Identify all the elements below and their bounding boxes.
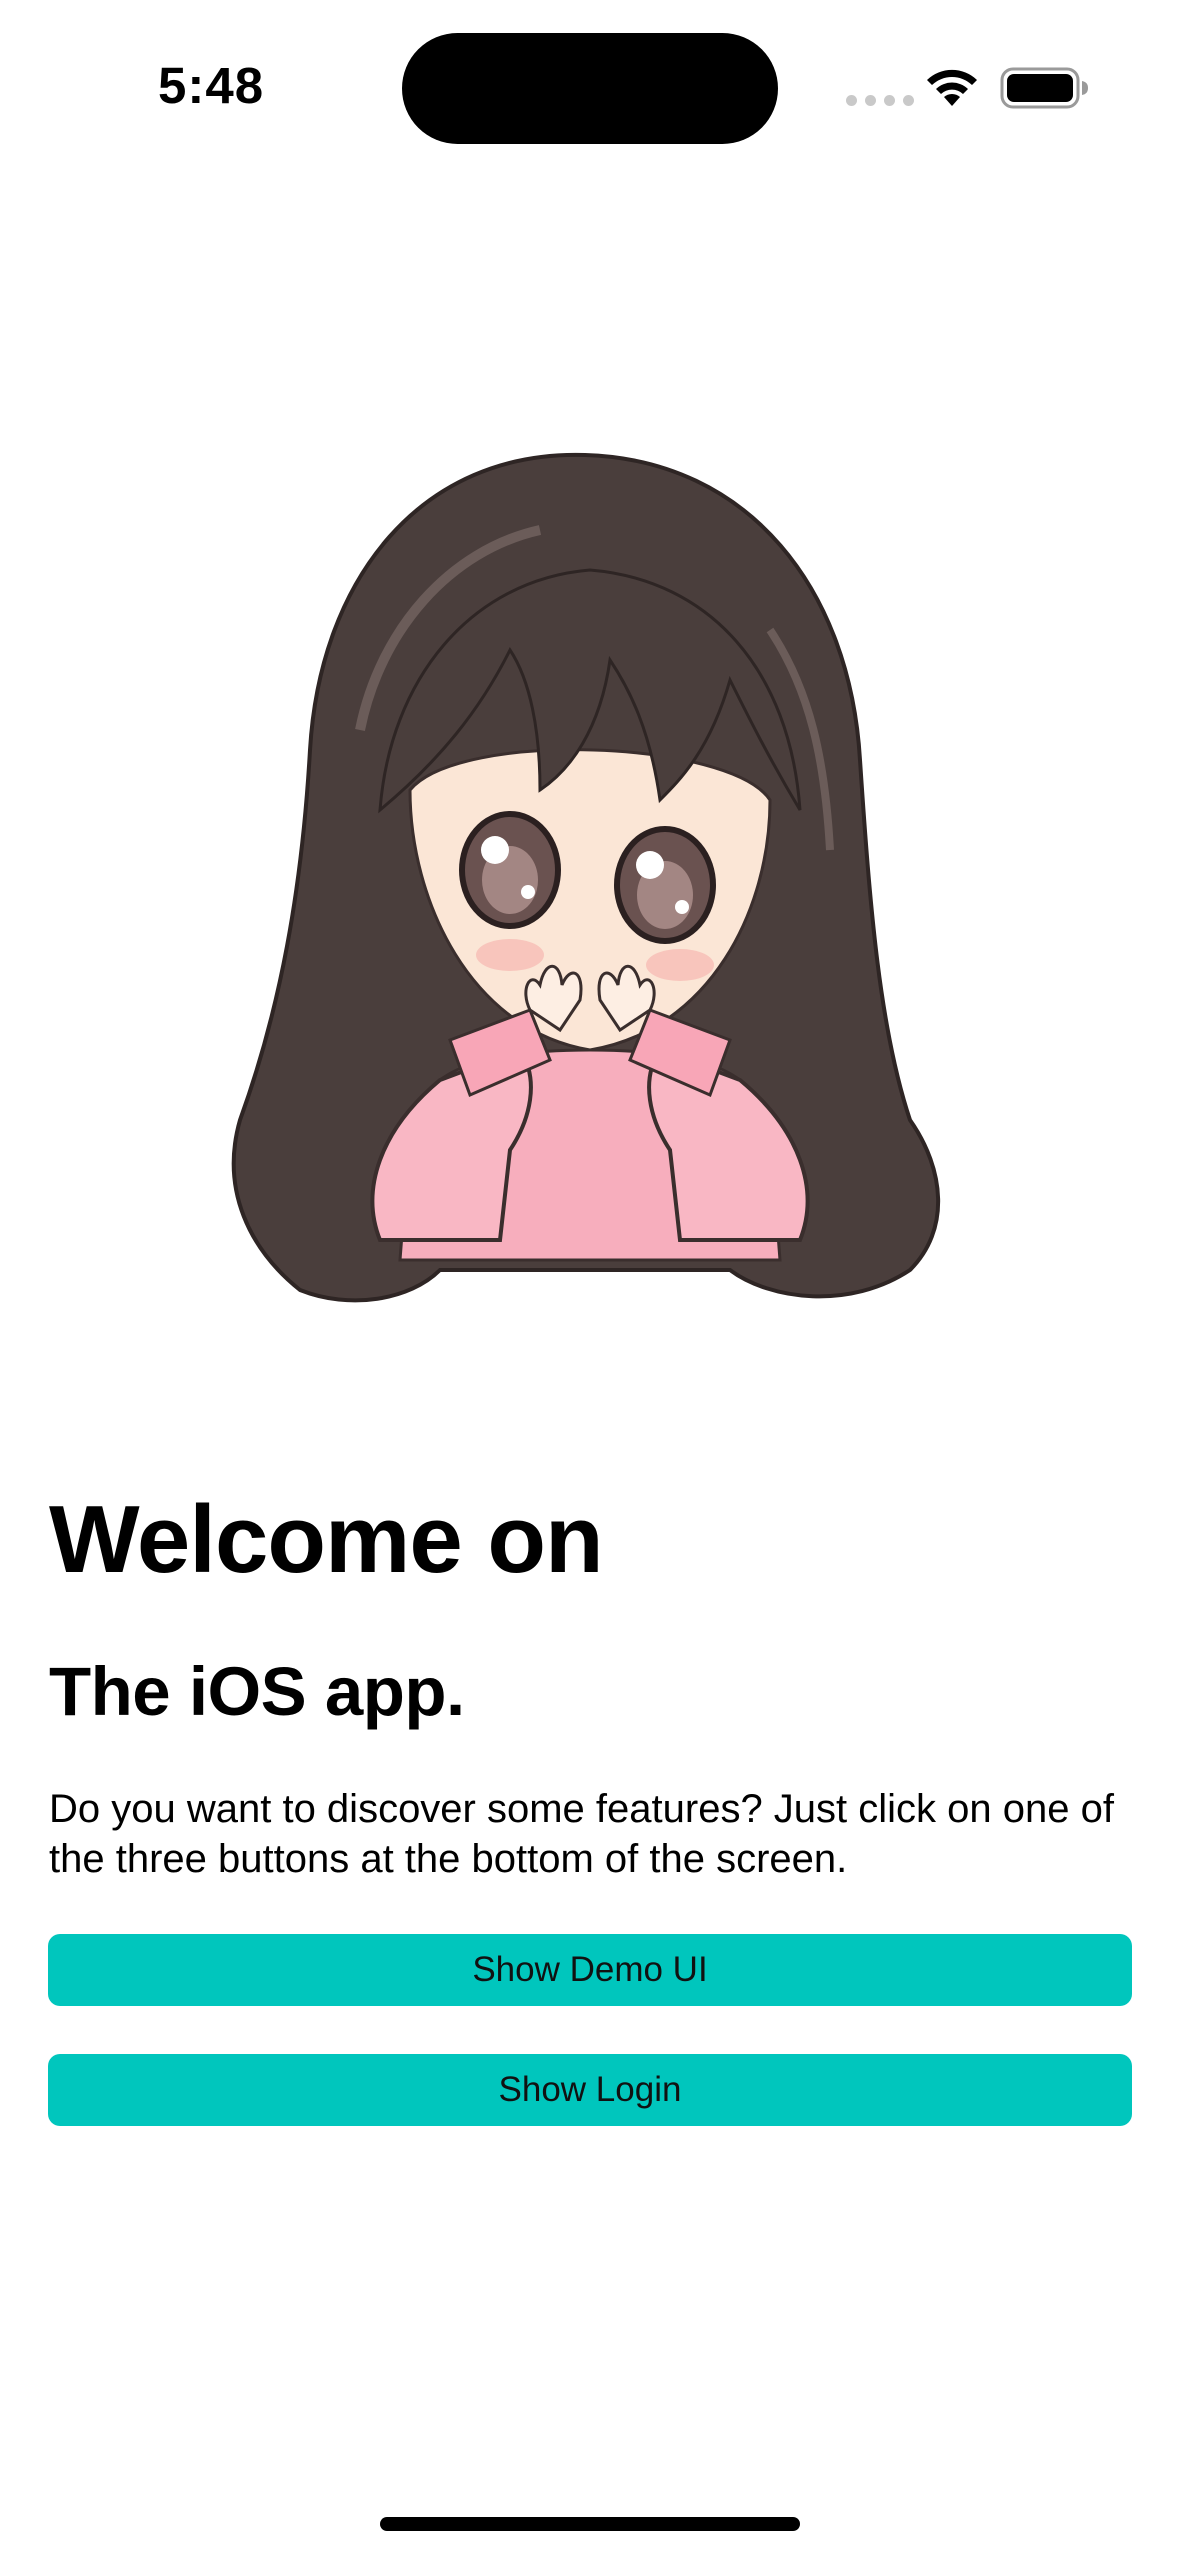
home-indicator[interactable] <box>380 2517 800 2531</box>
cellular-signal-icon <box>846 95 914 106</box>
welcome-title: Welcome on <box>49 1486 604 1593</box>
battery-icon <box>1000 67 1088 109</box>
app-subtitle: The iOS app. <box>49 1653 465 1730</box>
show-demo-ui-button[interactable]: Show Demo UI <box>48 1934 1132 2006</box>
show-login-button[interactable]: Show Login <box>48 2054 1132 2126</box>
status-time: 5:48 <box>158 57 265 114</box>
anime-girl-illustration <box>231 452 941 1303</box>
status-bar: 5:48 <box>0 0 1179 150</box>
description-text: Do you want to discover some features? J… <box>49 1787 1114 1881</box>
dynamic-island <box>402 33 778 144</box>
wifi-icon <box>927 69 977 106</box>
